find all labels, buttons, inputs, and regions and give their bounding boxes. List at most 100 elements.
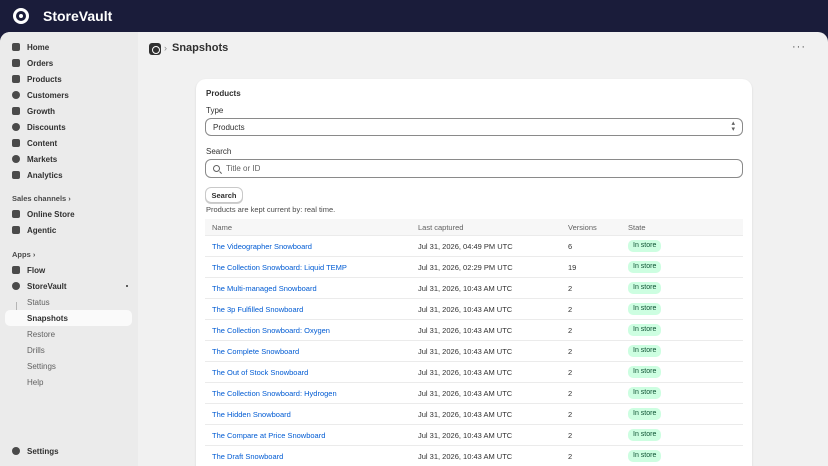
column-header-versions[interactable]: Versions bbox=[568, 223, 597, 232]
sidebar-subitem-snapshots[interactable]: Snapshots bbox=[5, 310, 132, 326]
card-title: Products bbox=[206, 89, 241, 98]
state-badge: In store bbox=[628, 324, 662, 336]
sidebar-item-analytics[interactable]: Analytics bbox=[5, 167, 132, 183]
state-badge: In store bbox=[628, 240, 662, 252]
sales-channels-heading[interactable]: Sales channels › bbox=[12, 194, 71, 203]
versions-cell: 2 bbox=[568, 326, 573, 335]
sidebar-item-home[interactable]: Home bbox=[5, 39, 132, 55]
page-title: Snapshots bbox=[172, 42, 229, 54]
last-captured-cell: Jul 31, 2026, 10:43 AM UTC bbox=[418, 431, 513, 440]
type-select-value: Products bbox=[213, 122, 245, 132]
product-name-link[interactable]: The Complete Snowboard bbox=[212, 347, 299, 356]
sidebar-subitem-drills[interactable]: Drills bbox=[5, 342, 132, 358]
gear-icon bbox=[12, 447, 20, 455]
top-bar: StoreVault bbox=[0, 0, 828, 32]
product-name-link[interactable]: The Collection Snowboard: Hydrogen bbox=[212, 389, 337, 398]
state-badge: In store bbox=[628, 408, 662, 420]
orders-icon bbox=[12, 59, 20, 67]
app-icon bbox=[149, 43, 161, 55]
product-name-link[interactable]: The Hidden Snowboard bbox=[212, 410, 291, 419]
table-row: The Collection Snowboard: Hydrogen Jul 31… bbox=[205, 382, 743, 403]
sidebar-item-content[interactable]: Content bbox=[5, 135, 132, 151]
home-icon bbox=[12, 43, 20, 51]
more-actions-icon[interactable]: ··· bbox=[792, 41, 806, 53]
sidebar-subitem-settings[interactable]: Settings bbox=[5, 358, 132, 374]
table-row: The Compare at Price Snowboard Jul 31, 20… bbox=[205, 424, 743, 445]
sidebar-item-orders[interactable]: Orders bbox=[5, 55, 132, 71]
versions-cell: 6 bbox=[568, 242, 573, 251]
sidebar-item-settings[interactable]: Settings bbox=[5, 443, 132, 459]
sidebar-subitem-help[interactable]: Help bbox=[5, 374, 132, 390]
bar-chart-icon bbox=[12, 171, 20, 179]
table-row: The Draft Snowboard Jul 31, 2026, 10:43 A… bbox=[205, 445, 743, 466]
versions-cell: 2 bbox=[568, 368, 573, 377]
storevault-icon bbox=[12, 282, 20, 290]
column-header-state[interactable]: State bbox=[628, 223, 646, 232]
table-row: The Multi-managed Snowboard Jul 31, 2026,… bbox=[205, 277, 743, 298]
product-name-link[interactable]: The Draft Snowboard bbox=[212, 452, 283, 461]
search-input[interactable] bbox=[226, 162, 726, 175]
select-arrows-icon: ▴ ▾ bbox=[731, 120, 735, 133]
flow-icon bbox=[12, 266, 20, 274]
globe-icon bbox=[12, 155, 20, 163]
breadcrumb-chevron-icon: › bbox=[164, 43, 167, 53]
tag-icon bbox=[12, 75, 20, 83]
search-icon bbox=[213, 165, 220, 172]
table-row: The Videographer Snowboard Jul 31, 2026, … bbox=[205, 235, 743, 256]
table-row: The Collection Snowboard: Oxygen Jul 31, … bbox=[205, 319, 743, 340]
product-name-link[interactable]: The 3p Fulfilled Snowboard bbox=[212, 305, 303, 314]
table-header: Name Last captured Versions State bbox=[205, 219, 743, 235]
product-name-link[interactable]: The Collection Snowboard: Liquid TEMP bbox=[212, 263, 347, 272]
state-badge: In store bbox=[628, 282, 662, 294]
product-name-link[interactable]: The Multi-managed Snowboard bbox=[212, 284, 317, 293]
last-captured-cell: Jul 31, 2026, 10:43 AM UTC bbox=[418, 410, 513, 419]
product-name-link[interactable]: The Videographer Snowboard bbox=[212, 242, 312, 251]
person-icon bbox=[12, 91, 20, 99]
product-name-link[interactable]: The Collection Snowboard: Oxygen bbox=[212, 326, 330, 335]
growth-icon bbox=[12, 107, 20, 115]
search-field[interactable] bbox=[205, 159, 743, 178]
last-captured-cell: Jul 31, 2026, 10:43 AM UTC bbox=[418, 347, 513, 356]
sidebar-item-discounts[interactable]: Discounts bbox=[5, 119, 132, 135]
content-icon bbox=[12, 139, 20, 147]
sidebar: Home Orders Products Customers Growth Di… bbox=[0, 32, 138, 466]
search-label: Search bbox=[206, 147, 232, 156]
state-badge: In store bbox=[628, 345, 662, 357]
last-captured-cell: Jul 31, 2026, 04:49 PM UTC bbox=[418, 242, 513, 251]
versions-cell: 2 bbox=[568, 410, 573, 419]
table-row: The Collection Snowboard: Liquid TEMP Jul… bbox=[205, 256, 743, 277]
last-captured-cell: Jul 31, 2026, 10:43 AM UTC bbox=[418, 452, 513, 461]
sidebar-item-products[interactable]: Products bbox=[5, 71, 132, 87]
table-row: The Complete Snowboard Jul 31, 2026, 10:4… bbox=[205, 340, 743, 361]
app-name: StoreVault bbox=[43, 8, 113, 24]
state-badge: In store bbox=[628, 366, 662, 378]
versions-cell: 2 bbox=[568, 284, 573, 293]
state-badge: In store bbox=[628, 429, 662, 441]
search-button[interactable]: Search bbox=[205, 187, 243, 203]
versions-cell: 19 bbox=[568, 263, 577, 272]
pin-dot-icon bbox=[126, 285, 128, 287]
column-header-last-captured[interactable]: Last captured bbox=[418, 223, 463, 232]
state-badge: In store bbox=[628, 387, 662, 399]
state-badge: In store bbox=[628, 303, 662, 315]
sidebar-item-markets[interactable]: Markets bbox=[5, 151, 132, 167]
column-header-name[interactable]: Name bbox=[212, 223, 232, 232]
storevault-logo-icon bbox=[13, 8, 29, 24]
last-captured-cell: Jul 31, 2026, 10:43 AM UTC bbox=[418, 368, 513, 377]
sidebar-item-customers[interactable]: Customers bbox=[5, 87, 132, 103]
sidebar-item-storevault[interactable]: StoreVault bbox=[5, 278, 132, 294]
versions-cell: 2 bbox=[568, 305, 573, 314]
sidebar-subitem-restore[interactable]: Restore bbox=[5, 326, 132, 342]
apps-heading[interactable]: Apps › bbox=[12, 250, 35, 259]
type-select[interactable]: Products ▴ ▾ bbox=[205, 118, 743, 136]
sidebar-item-online-store[interactable]: Online Store bbox=[5, 206, 132, 222]
product-name-link[interactable]: The Compare at Price Snowboard bbox=[212, 431, 325, 440]
sidebar-item-agentic[interactable]: Agentic bbox=[5, 222, 132, 238]
sidebar-item-flow[interactable]: Flow bbox=[5, 262, 132, 278]
sidebar-item-growth[interactable]: Growth bbox=[5, 103, 132, 119]
table-row: The Hidden Snowboard Jul 31, 2026, 10:43 … bbox=[205, 403, 743, 424]
app-shell: Home Orders Products Customers Growth Di… bbox=[0, 32, 828, 466]
last-captured-cell: Jul 31, 2026, 10:43 AM UTC bbox=[418, 305, 513, 314]
sidebar-subitem-status[interactable]: Status bbox=[5, 294, 132, 310]
product-name-link[interactable]: The Out of Stock Snowboard bbox=[212, 368, 308, 377]
